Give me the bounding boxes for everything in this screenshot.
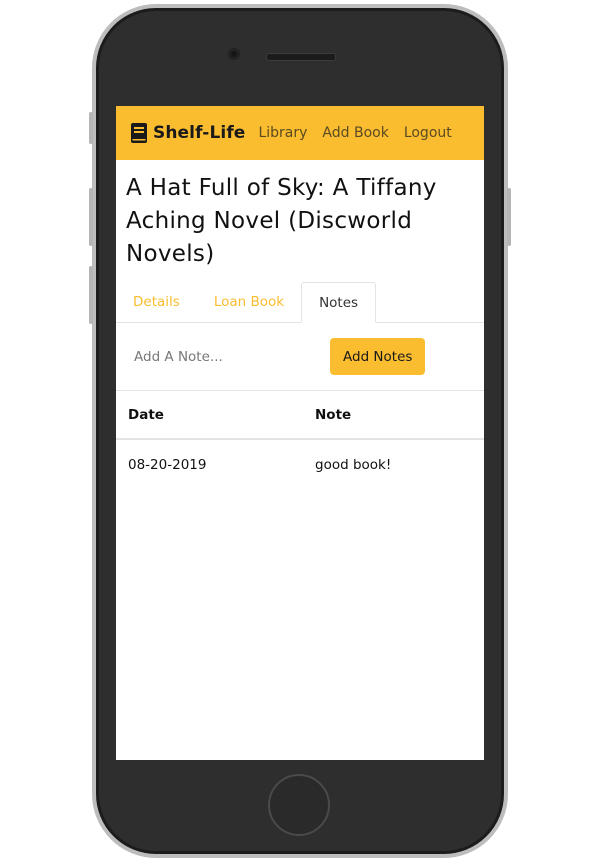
brand-name: Shelf-Life bbox=[153, 123, 246, 143]
home-button[interactable] bbox=[268, 774, 330, 836]
mute-switch bbox=[89, 112, 93, 144]
tab-notes[interactable]: Notes bbox=[301, 282, 377, 323]
nav-link-logout[interactable]: Logout bbox=[404, 125, 452, 141]
nav-link-add-book[interactable]: Add Book bbox=[322, 125, 388, 141]
nav-links: Library Add Book Logout bbox=[258, 125, 466, 141]
note-input[interactable] bbox=[134, 348, 324, 365]
front-camera bbox=[228, 48, 240, 60]
column-header-date: Date bbox=[116, 391, 303, 440]
book-icon bbox=[131, 123, 147, 143]
volume-up-button bbox=[89, 188, 93, 246]
tab-loan-book[interactable]: Loan Book bbox=[197, 282, 301, 322]
navbar: Shelf-Life Library Add Book Logout bbox=[116, 106, 484, 160]
table-row: 08-20-2019 good book! bbox=[116, 439, 484, 489]
book-tabs: Details Loan Book Notes bbox=[116, 282, 484, 323]
note-text: good book! bbox=[315, 456, 392, 473]
add-note-form: Add Notes bbox=[116, 323, 484, 391]
nav-link-library[interactable]: Library bbox=[258, 125, 307, 141]
add-notes-button[interactable]: Add Notes bbox=[330, 338, 426, 375]
notes-table: Date Note 08-20-2019 good book! bbox=[116, 391, 484, 489]
power-button bbox=[507, 188, 511, 246]
brand[interactable]: Shelf-Life bbox=[131, 123, 245, 143]
earpiece-speaker bbox=[266, 53, 336, 61]
app-screen: Shelf-Life Library Add Book Logout A Hat… bbox=[116, 106, 484, 760]
note-date: 08-20-2019 bbox=[128, 456, 207, 473]
volume-down-button bbox=[89, 266, 93, 324]
column-header-note: Note bbox=[303, 391, 484, 440]
book-title: A Hat Full of Sky: A Tiffany Aching Nove… bbox=[126, 175, 437, 267]
tab-details[interactable]: Details bbox=[116, 282, 197, 322]
table-header-row: Date Note bbox=[116, 391, 484, 440]
